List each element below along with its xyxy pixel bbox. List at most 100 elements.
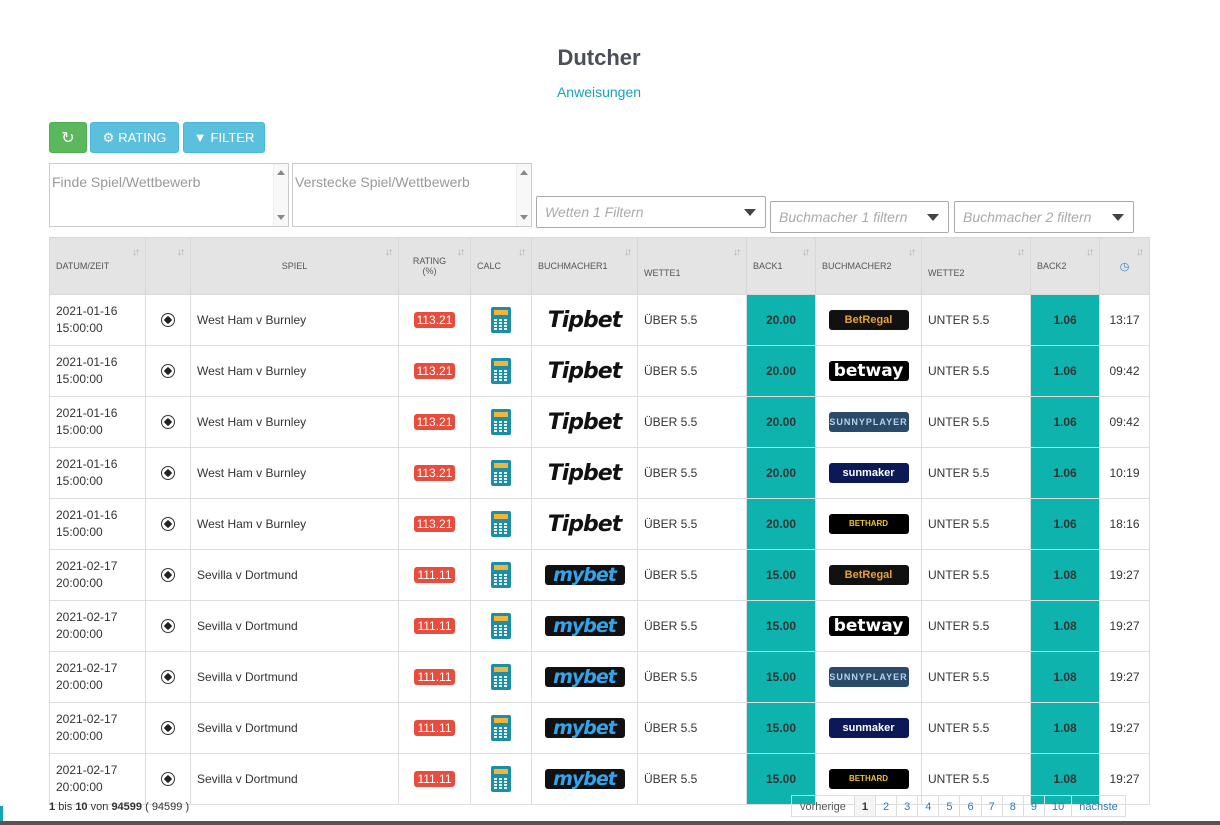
col-header-calc[interactable]: CALC ↓↑ — [470, 237, 532, 295]
bookmaker1-logo[interactable]: mybet — [544, 565, 625, 585]
refresh-icon: ↻ — [61, 129, 75, 147]
table-row: 2021-02-17 20:00:00 Sevilla v Dortmund 111.… — [49, 549, 1150, 601]
date-cell: 2021-01-16 15:00:00 — [49, 294, 146, 346]
calculator-icon[interactable] — [491, 766, 511, 792]
bookmaker2-cell: sunmaker — [815, 447, 922, 499]
pagination-page[interactable]: 10 — [1043, 795, 1073, 817]
game-cell: Sevilla v Dortmund — [190, 600, 399, 652]
pagination-page[interactable]: 2 — [874, 795, 898, 817]
bookmaker1-logo[interactable]: mybet — [544, 667, 625, 687]
table-row: 2021-02-17 20:00:00 Sevilla v Dortmund 111.… — [49, 702, 1150, 754]
col-header-back2[interactable]: BACK2 ↓↑ — [1030, 237, 1100, 295]
col-header-bookmaker2[interactable]: BUCHMACHER2 ↓↑ — [815, 237, 922, 295]
calculator-icon[interactable] — [491, 613, 511, 639]
bookmaker2-filter-placeholder: Buchmacher 2 filtern — [963, 209, 1092, 225]
pagination-page[interactable]: 3 — [896, 795, 919, 817]
pagination-page[interactable]: 5 — [938, 795, 961, 817]
bookmaker2-logo[interactable]: BetRegal — [828, 310, 909, 330]
col-header-back1[interactable]: BACK1 ↓↑ — [746, 237, 816, 295]
bet1-text: ÜBER 5.5 — [644, 619, 698, 633]
bookmaker1-logo[interactable]: Tipbet — [548, 512, 622, 537]
bookmaker2-logo[interactable]: sunmaker — [828, 718, 909, 738]
bookmaker2-logo[interactable]: BETHARD — [828, 514, 909, 534]
calculator-icon[interactable] — [491, 307, 511, 333]
calculator-icon[interactable] — [491, 715, 511, 741]
pagination-page[interactable]: 6 — [959, 795, 982, 817]
pagination-page[interactable]: 8 — [1001, 795, 1024, 817]
calculator-icon[interactable] — [491, 562, 511, 588]
col-header-game[interactable]: SPIEL ↓↑ — [190, 237, 399, 295]
pagination-next[interactable]: nächste — [1071, 795, 1126, 817]
calculator-icon[interactable] — [491, 460, 511, 486]
bookmaker2-logo[interactable]: BetRegal — [828, 565, 909, 585]
bookmaker1-filter-select[interactable]: Buchmacher 1 filtern — [770, 201, 949, 233]
bookmaker2-logo[interactable]: sunmaker — [828, 463, 909, 483]
bookmaker2-cell: betway — [815, 345, 922, 397]
calculator-icon[interactable] — [491, 409, 511, 435]
match-date: 2021-02-17 — [56, 610, 118, 624]
hide-game-textarea[interactable]: Verstecke Spiel/Wettbewerb — [292, 163, 532, 227]
bet1-text: ÜBER 5.5 — [644, 721, 698, 735]
calculator-icon[interactable] — [491, 511, 511, 537]
pagination-page[interactable]: 7 — [980, 795, 1003, 817]
match-date: 2021-02-17 — [56, 712, 118, 726]
updated-time: 19:27 — [1109, 619, 1140, 633]
col-header-bet1[interactable]: WETTE1 ↓↑ — [637, 237, 747, 295]
bookmaker1-cell: mybet — [531, 549, 638, 601]
updated-cell: 19:27 — [1099, 651, 1150, 703]
col-header-date[interactable]: DATUM/ZEIT ↓↑ — [49, 237, 146, 295]
bookmaker1-logo[interactable]: mybet — [544, 616, 625, 636]
rating-cell: 111.11 — [398, 549, 471, 601]
pagination-page[interactable]: 9 — [1022, 795, 1045, 817]
col-header-calc-label: CALC — [477, 261, 502, 271]
col-header-bookmaker1[interactable]: BUCHMACHER1 ↓↑ — [531, 237, 638, 295]
bookmaker1-logo[interactable]: Tipbet — [548, 308, 622, 333]
back1-odds: 15.00 — [765, 772, 797, 786]
match-date: 2021-01-16 — [56, 304, 118, 318]
bookmaker1-cell: Tipbet — [531, 396, 638, 448]
bookmaker2-logo[interactable]: betway — [828, 361, 909, 381]
bookmaker1-logo[interactable]: Tipbet — [548, 359, 622, 384]
calculator-icon[interactable] — [491, 664, 511, 690]
sport-cell — [145, 396, 191, 448]
instructions-link[interactable]: Anweisungen — [0, 84, 1198, 100]
back2-cell: 1.06 — [1030, 294, 1100, 346]
game-name: West Ham v Burnley — [197, 517, 307, 531]
bookmaker2-filter-select[interactable]: Buchmacher 2 filtern — [954, 201, 1134, 233]
filter-button[interactable]: ▼ FILTER — [183, 122, 265, 153]
rating-cell: 113.21 — [398, 345, 471, 397]
col-header-rating[interactable]: RATING (%) ↓↑ — [398, 237, 471, 295]
bookmaker2-logo[interactable]: SUNNYPLAYER — [828, 667, 909, 687]
bookmaker1-logo[interactable]: mybet — [544, 718, 625, 738]
col-header-bet2[interactable]: WETTE2 ↓↑ — [921, 237, 1031, 295]
rating-button[interactable]: ⚙ RATING — [90, 122, 179, 153]
hide-game-scrollbar[interactable] — [516, 164, 531, 226]
pagination-prev[interactable]: vorherige — [791, 795, 855, 817]
bet1-text: ÜBER 5.5 — [644, 415, 698, 429]
bet1-text: ÜBER 5.5 — [644, 466, 698, 480]
game-name: Sevilla v Dortmund — [197, 670, 298, 684]
bookmaker1-logo[interactable]: mybet — [544, 769, 625, 789]
pagination-page[interactable]: 4 — [917, 795, 940, 817]
bookmaker1-logo[interactable]: Tipbet — [548, 410, 622, 435]
bookmaker1-logo[interactable]: Tipbet — [548, 461, 622, 486]
pagination-page[interactable]: 1 — [853, 795, 876, 817]
find-game-textarea[interactable]: Finde Spiel/Wettbewerb — [49, 163, 289, 227]
bookmaker2-logo[interactable]: SUNNYPLAYER — [828, 412, 909, 432]
back2-odds: 1.08 — [1053, 772, 1077, 786]
find-game-scrollbar[interactable] — [273, 164, 288, 226]
back2-odds: 1.06 — [1053, 364, 1077, 378]
back1-cell: 15.00 — [746, 651, 816, 703]
back1-odds: 20.00 — [765, 313, 797, 327]
bets1-filter-select[interactable]: Wetten 1 Filtern — [536, 196, 766, 228]
sort-icon: ↓↑ — [177, 247, 185, 258]
refresh-button[interactable]: ↻ — [49, 122, 87, 153]
calculator-icon[interactable] — [491, 358, 511, 384]
bookmaker2-logo[interactable]: betway — [828, 616, 909, 636]
sport-cell — [145, 345, 191, 397]
bet1-cell: ÜBER 5.5 — [637, 447, 747, 499]
bookmaker2-logo[interactable]: BETHARD — [828, 769, 909, 789]
col-header-updated[interactable]: ◷ ↓↑ — [1099, 237, 1150, 295]
col-header-sport[interactable]: ↓↑ — [145, 237, 191, 295]
bet2-text: UNTER 5.5 — [928, 466, 990, 480]
